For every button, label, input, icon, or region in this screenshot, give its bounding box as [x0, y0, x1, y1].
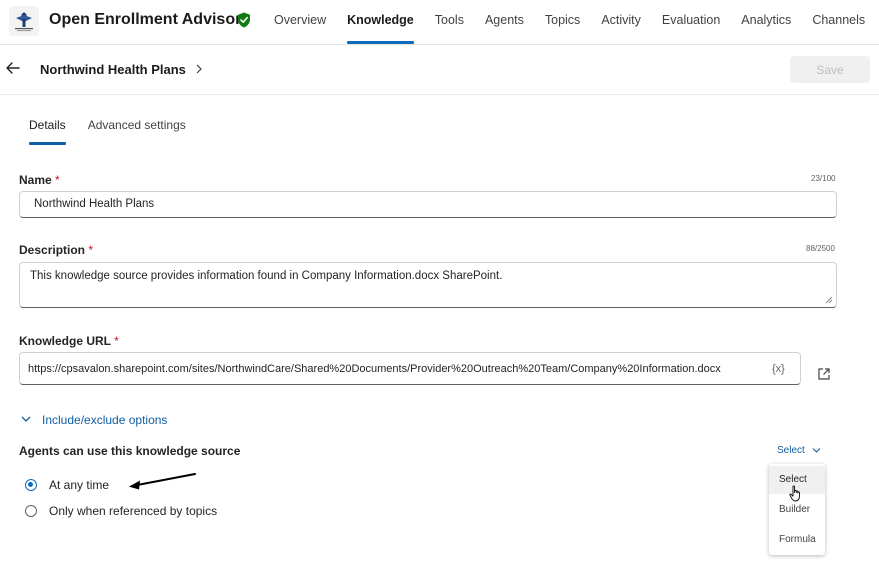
- url-value: https://cpsavalon.sharepoint.com/sites/N…: [28, 363, 721, 375]
- name-counter: 23/100: [811, 174, 836, 183]
- nav-agents[interactable]: Agents: [475, 0, 534, 44]
- description-value: This knowledge source provides informati…: [30, 270, 503, 282]
- nav-topics[interactable]: Topics: [535, 0, 590, 44]
- main-nav: Overview Knowledge Tools Agents Topics A…: [264, 0, 876, 44]
- chevron-down-icon[interactable]: [21, 415, 31, 423]
- tab-details[interactable]: Details: [19, 118, 76, 145]
- usage-select-trigger[interactable]: Select: [777, 445, 805, 456]
- radio-button-selected[interactable]: [25, 479, 37, 491]
- nav-knowledge[interactable]: Knowledge: [337, 0, 424, 44]
- usage-label: Agents can use this knowledge source: [19, 444, 241, 458]
- hand-cursor-icon: [789, 485, 800, 502]
- save-button[interactable]: Save: [790, 56, 870, 83]
- radio-button[interactable]: [25, 505, 37, 517]
- annotation-arrow-icon: [129, 473, 196, 490]
- radio-only-when-referenced[interactable]: Only when referenced by topics: [25, 503, 217, 519]
- breadcrumb[interactable]: Northwind Health Plans: [40, 62, 186, 77]
- description-counter: 88/2500: [806, 244, 835, 253]
- select-dropdown-menu: Select Builder Formula: [769, 464, 825, 555]
- nav-overview[interactable]: Overview: [264, 0, 336, 44]
- nav-analytics[interactable]: Analytics: [731, 0, 801, 44]
- open-external-icon[interactable]: [817, 367, 831, 381]
- nav-evaluation[interactable]: Evaluation: [652, 0, 730, 44]
- variable-icon[interactable]: {x}: [772, 363, 785, 375]
- app-title: Open Enrollment Advisor: [49, 11, 242, 28]
- radio-at-any-time[interactable]: At any time: [25, 477, 109, 493]
- description-label: Description *: [19, 243, 94, 257]
- description-field[interactable]: This knowledge source provides informati…: [19, 262, 837, 308]
- dropdown-item-formula[interactable]: Formula: [769, 526, 825, 554]
- page-header: Northwind Health Plans Save: [0, 45, 879, 95]
- chevron-right-icon: [196, 64, 202, 74]
- nav-activity[interactable]: Activity: [591, 0, 651, 44]
- name-label: Name *: [19, 173, 60, 187]
- include-exclude-toggle[interactable]: Include/exclude options: [42, 413, 167, 427]
- top-bar: Open Enrollment Advisor Overview Knowled…: [0, 0, 879, 45]
- back-arrow-icon[interactable]: [4, 59, 22, 77]
- northwind-logo[interactable]: [9, 6, 39, 36]
- nav-channels[interactable]: Channels: [802, 0, 875, 44]
- url-field[interactable]: https://cpsavalon.sharepoint.com/sites/N…: [19, 352, 801, 385]
- chevron-down-icon[interactable]: [812, 447, 821, 454]
- name-value: Northwind Health Plans: [34, 198, 155, 210]
- shield-check-icon: [238, 12, 250, 28]
- radio-label: Only when referenced by topics: [49, 504, 218, 518]
- resize-handle-icon[interactable]: [825, 296, 833, 304]
- nav-tools[interactable]: Tools: [425, 0, 474, 44]
- detail-tabs: Details Advanced settings: [19, 118, 198, 145]
- name-field[interactable]: Northwind Health Plans: [19, 191, 837, 218]
- radio-label: At any time: [49, 478, 110, 492]
- url-label: Knowledge URL *: [19, 334, 119, 348]
- tab-advanced-settings[interactable]: Advanced settings: [78, 118, 196, 145]
